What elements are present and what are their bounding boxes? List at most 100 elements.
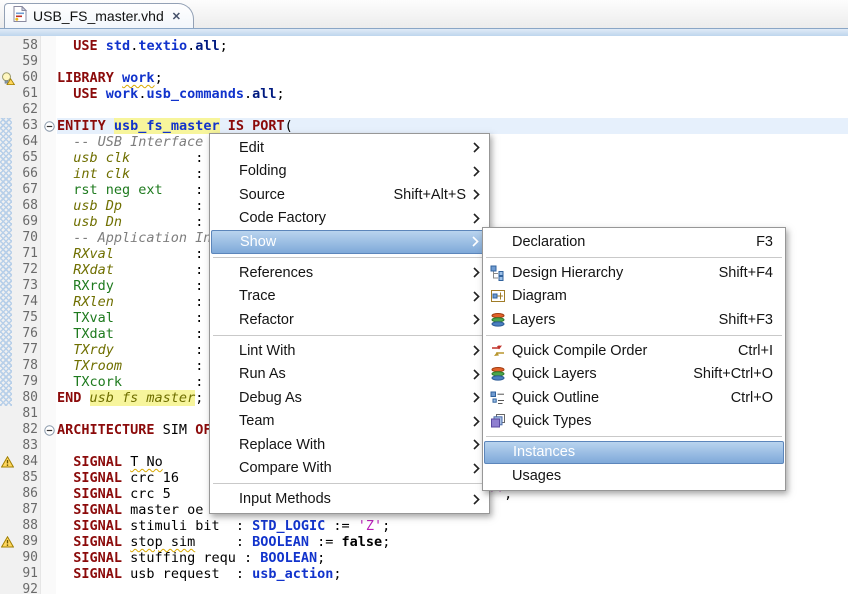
- code-segment: [57, 550, 73, 566]
- line-number: 64: [0, 134, 38, 150]
- code-segment: [57, 470, 73, 486]
- code-line-85[interactable]: SIGNAL crc 16: [57, 470, 179, 486]
- code-segment: [57, 358, 73, 374]
- code-line-67[interactable]: rst neg ext :: [57, 182, 203, 198]
- code-segment: [57, 502, 73, 518]
- code-segment: RXval: [73, 246, 114, 262]
- code-segment: work: [122, 70, 155, 86]
- menu-item-label: Quick Compile Order: [512, 343, 647, 359]
- show-submenu-item-quick-outline[interactable]: Quick OutlineCtrl+O: [484, 386, 784, 410]
- context-menu-item-folding[interactable]: Folding: [211, 160, 488, 184]
- tab-bar: USB_FS_master.vhd ✕: [0, 0, 848, 28]
- submenu-arrow-icon: [466, 267, 480, 278]
- code-segment: [57, 342, 73, 358]
- show-submenu-item-declaration[interactable]: DeclarationF3: [484, 230, 784, 254]
- code-line-66[interactable]: int clk :: [57, 166, 203, 182]
- context-menu-item-refactor[interactable]: Refactor: [211, 308, 488, 332]
- code-line-61[interactable]: USE work.usb_commands.all;: [57, 86, 285, 102]
- show-submenu-item-layers[interactable]: LayersShift+F3: [484, 308, 784, 332]
- show-submenu-item-usages[interactable]: Usages: [484, 464, 784, 488]
- line-number: 71: [0, 246, 38, 262]
- code-segment: crc 16: [122, 470, 179, 486]
- code-segment: [57, 326, 73, 342]
- line-number: 63: [0, 118, 38, 134]
- code-segment: stimuli bit :: [122, 518, 252, 534]
- code-segment: usb Dn: [73, 214, 122, 230]
- context-menu-item-references[interactable]: References: [211, 261, 488, 285]
- code-line-84[interactable]: SIGNAL T No: [57, 454, 163, 470]
- context-menu-item-debug-as[interactable]: Debug As: [211, 386, 488, 410]
- show-submenu-item-instances[interactable]: Instances: [484, 441, 784, 465]
- line-number: 85: [0, 470, 38, 486]
- code-line-63[interactable]: ENTITY usb_fs_master IS PORT(: [57, 118, 293, 134]
- show-submenu-item-quick-types[interactable]: Quick Types: [484, 410, 784, 434]
- code-segment: TXrdy: [73, 342, 114, 358]
- editor-tab[interactable]: USB_FS_master.vhd ✕: [4, 3, 194, 28]
- code-segment: [122, 454, 130, 470]
- code-line-60[interactable]: LIBRARY work;: [57, 70, 163, 86]
- code-segment: ENTITY: [57, 118, 106, 134]
- code-segment: :: [114, 246, 203, 262]
- code-line-80[interactable]: END usb fs master;: [57, 390, 203, 406]
- code-line-82[interactable]: ARCHITECTURE SIM OF: [57, 422, 211, 438]
- code-segment: :: [130, 166, 203, 182]
- code-segment: T No: [130, 454, 163, 470]
- code-segment: SIGNAL: [73, 502, 122, 518]
- menu-item-label: Diagram: [512, 288, 567, 304]
- show-submenu-item-design-hierarchy[interactable]: Design HierarchyShift+F4: [484, 261, 784, 285]
- context-menu-item-team[interactable]: Team: [211, 410, 488, 434]
- show-submenu-item-quick-layers[interactable]: Quick LayersShift+Ctrl+O: [484, 363, 784, 387]
- context-menu-item-lint-with[interactable]: Lint With: [211, 339, 488, 363]
- line-number: 58: [0, 38, 38, 54]
- context-menu-item-run-as[interactable]: Run As: [211, 363, 488, 387]
- code-line-75[interactable]: TXval :: [57, 310, 203, 326]
- code-line-71[interactable]: RXval :: [57, 246, 203, 262]
- context-menu-item-replace-with[interactable]: Replace With: [211, 433, 488, 457]
- diagram-icon: [490, 288, 512, 304]
- code-line-89[interactable]: SIGNAL stop sim : BOOLEAN := false;: [57, 534, 390, 550]
- code-line-76[interactable]: TXdat :: [57, 326, 203, 342]
- line-number: 88: [0, 518, 38, 534]
- code-segment: [57, 262, 73, 278]
- line-number: 79: [0, 374, 38, 390]
- line-number: 80: [0, 390, 38, 406]
- code-line-78[interactable]: TXroom :: [57, 358, 203, 374]
- menu-item-label: Code Factory: [239, 210, 326, 226]
- code-line-91[interactable]: SIGNAL usb request : usb_action;: [57, 566, 342, 582]
- code-line-68[interactable]: usb Dp :: [57, 198, 203, 214]
- context-menu-item-show[interactable]: Show: [211, 230, 488, 254]
- menu-shortcut: Shift+Alt+S: [375, 187, 466, 203]
- code-segment: USE: [73, 86, 97, 102]
- context-menu-item-input-methods[interactable]: Input Methods: [211, 488, 488, 512]
- code-line-72[interactable]: RXdat :: [57, 262, 203, 278]
- fold-collapse-icon[interactable]: [44, 120, 55, 136]
- fold-collapse-icon[interactable]: [44, 424, 55, 440]
- show-submenu-item-diagram[interactable]: Diagram: [484, 285, 784, 309]
- code-segment: ARCHITECTURE: [57, 422, 155, 438]
- code-line-69[interactable]: usb Dn :: [57, 214, 203, 230]
- code-line-73[interactable]: RXrdy :: [57, 278, 203, 294]
- code-line-88[interactable]: SIGNAL stimuli bit : STD_LOGIC := 'Z';: [57, 518, 390, 534]
- menu-item-label: Quick Outline: [512, 390, 599, 406]
- context-menu-item-source[interactable]: SourceShift+Alt+S: [211, 183, 488, 207]
- line-number: 62: [0, 102, 38, 118]
- code-line-58[interactable]: USE std.textio.all;: [57, 38, 228, 54]
- menu-item-label: Quick Layers: [512, 366, 597, 382]
- tab-close-icon[interactable]: ✕: [172, 10, 181, 23]
- editor-gutter[interactable]: 5859606162636465666768697071727374757677…: [0, 36, 56, 594]
- context-menu-item-edit[interactable]: Edit: [211, 136, 488, 160]
- code-segment: [57, 310, 73, 326]
- show-submenu-item-quick-compile-order[interactable]: Quick Compile OrderCtrl+I: [484, 339, 784, 363]
- code-line-65[interactable]: usb clk :: [57, 150, 203, 166]
- context-menu-item-code-factory[interactable]: Code Factory: [211, 207, 488, 231]
- code-line-87[interactable]: SIGNAL master oe: [57, 502, 203, 518]
- code-line-74[interactable]: RXlen :: [57, 294, 203, 310]
- code-segment: [57, 246, 73, 262]
- line-number: 90: [0, 550, 38, 566]
- code-line-77[interactable]: TXrdy :: [57, 342, 203, 358]
- code-segment: [57, 182, 73, 198]
- code-line-90[interactable]: SIGNAL stuffing requ : BOOLEAN;: [57, 550, 325, 566]
- code-line-79[interactable]: TXcork :: [57, 374, 203, 390]
- context-menu-item-compare-with[interactable]: Compare With: [211, 457, 488, 481]
- context-menu-item-trace[interactable]: Trace: [211, 285, 488, 309]
